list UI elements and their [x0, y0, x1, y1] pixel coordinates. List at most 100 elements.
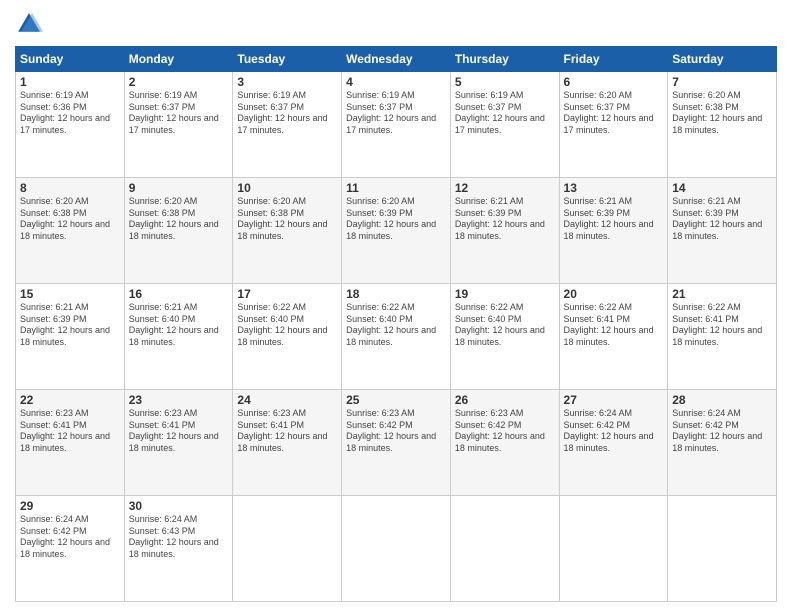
- day-number: 12: [455, 181, 555, 195]
- calendar-cell: 8Sunrise: 6:20 AMSunset: 6:38 PMDaylight…: [16, 178, 125, 284]
- calendar-cell: 21Sunrise: 6:22 AMSunset: 6:41 PMDayligh…: [668, 284, 777, 390]
- day-number: 15: [20, 287, 120, 301]
- day-number: 28: [672, 393, 772, 407]
- day-info: Sunrise: 6:21 AMSunset: 6:39 PMDaylight:…: [20, 302, 110, 347]
- calendar-cell: 3Sunrise: 6:19 AMSunset: 6:37 PMDaylight…: [233, 72, 342, 178]
- calendar-cell: 30Sunrise: 6:24 AMSunset: 6:43 PMDayligh…: [124, 496, 233, 602]
- weekday-saturday: Saturday: [668, 47, 777, 72]
- day-info: Sunrise: 6:19 AMSunset: 6:37 PMDaylight:…: [237, 90, 327, 135]
- calendar-body: 1Sunrise: 6:19 AMSunset: 6:36 PMDaylight…: [16, 72, 777, 602]
- day-info: Sunrise: 6:20 AMSunset: 6:38 PMDaylight:…: [20, 196, 110, 241]
- calendar: SundayMondayTuesdayWednesdayThursdayFrid…: [15, 46, 777, 602]
- calendar-cell: 15Sunrise: 6:21 AMSunset: 6:39 PMDayligh…: [16, 284, 125, 390]
- day-info: Sunrise: 6:22 AMSunset: 6:40 PMDaylight:…: [455, 302, 545, 347]
- calendar-cell: 10Sunrise: 6:20 AMSunset: 6:38 PMDayligh…: [233, 178, 342, 284]
- day-number: 30: [129, 499, 229, 513]
- week-row-1: 1Sunrise: 6:19 AMSunset: 6:36 PMDaylight…: [16, 72, 777, 178]
- day-number: 21: [672, 287, 772, 301]
- day-number: 20: [564, 287, 664, 301]
- day-info: Sunrise: 6:23 AMSunset: 6:41 PMDaylight:…: [20, 408, 110, 453]
- calendar-cell: 6Sunrise: 6:20 AMSunset: 6:37 PMDaylight…: [559, 72, 668, 178]
- logo-icon: [15, 10, 43, 38]
- calendar-cell: 18Sunrise: 6:22 AMSunset: 6:40 PMDayligh…: [342, 284, 451, 390]
- calendar-cell: 4Sunrise: 6:19 AMSunset: 6:37 PMDaylight…: [342, 72, 451, 178]
- day-number: 29: [20, 499, 120, 513]
- calendar-cell: 28Sunrise: 6:24 AMSunset: 6:42 PMDayligh…: [668, 390, 777, 496]
- calendar-cell: 14Sunrise: 6:21 AMSunset: 6:39 PMDayligh…: [668, 178, 777, 284]
- calendar-cell: 20Sunrise: 6:22 AMSunset: 6:41 PMDayligh…: [559, 284, 668, 390]
- day-number: 5: [455, 75, 555, 89]
- calendar-cell: 1Sunrise: 6:19 AMSunset: 6:36 PMDaylight…: [16, 72, 125, 178]
- calendar-cell: 23Sunrise: 6:23 AMSunset: 6:41 PMDayligh…: [124, 390, 233, 496]
- day-info: Sunrise: 6:21 AMSunset: 6:39 PMDaylight:…: [672, 196, 762, 241]
- day-number: 22: [20, 393, 120, 407]
- day-info: Sunrise: 6:20 AMSunset: 6:37 PMDaylight:…: [564, 90, 654, 135]
- day-number: 10: [237, 181, 337, 195]
- day-info: Sunrise: 6:22 AMSunset: 6:41 PMDaylight:…: [564, 302, 654, 347]
- day-number: 6: [564, 75, 664, 89]
- calendar-cell: 26Sunrise: 6:23 AMSunset: 6:42 PMDayligh…: [450, 390, 559, 496]
- day-number: 11: [346, 181, 446, 195]
- calendar-cell: 27Sunrise: 6:24 AMSunset: 6:42 PMDayligh…: [559, 390, 668, 496]
- calendar-cell: [559, 496, 668, 602]
- week-row-4: 22Sunrise: 6:23 AMSunset: 6:41 PMDayligh…: [16, 390, 777, 496]
- calendar-cell: 29Sunrise: 6:24 AMSunset: 6:42 PMDayligh…: [16, 496, 125, 602]
- calendar-cell: 16Sunrise: 6:21 AMSunset: 6:40 PMDayligh…: [124, 284, 233, 390]
- calendar-cell: [668, 496, 777, 602]
- page: SundayMondayTuesdayWednesdayThursdayFrid…: [0, 0, 792, 612]
- day-info: Sunrise: 6:23 AMSunset: 6:41 PMDaylight:…: [237, 408, 327, 453]
- calendar-cell: 19Sunrise: 6:22 AMSunset: 6:40 PMDayligh…: [450, 284, 559, 390]
- day-info: Sunrise: 6:23 AMSunset: 6:42 PMDaylight:…: [455, 408, 545, 453]
- day-number: 18: [346, 287, 446, 301]
- day-number: 25: [346, 393, 446, 407]
- day-info: Sunrise: 6:23 AMSunset: 6:41 PMDaylight:…: [129, 408, 219, 453]
- calendar-cell: 24Sunrise: 6:23 AMSunset: 6:41 PMDayligh…: [233, 390, 342, 496]
- day-number: 23: [129, 393, 229, 407]
- day-number: 14: [672, 181, 772, 195]
- day-info: Sunrise: 6:20 AMSunset: 6:38 PMDaylight:…: [129, 196, 219, 241]
- day-number: 2: [129, 75, 229, 89]
- day-info: Sunrise: 6:24 AMSunset: 6:43 PMDaylight:…: [129, 514, 219, 559]
- calendar-cell: 13Sunrise: 6:21 AMSunset: 6:39 PMDayligh…: [559, 178, 668, 284]
- day-number: 13: [564, 181, 664, 195]
- day-number: 24: [237, 393, 337, 407]
- day-number: 8: [20, 181, 120, 195]
- day-number: 17: [237, 287, 337, 301]
- calendar-cell: 5Sunrise: 6:19 AMSunset: 6:37 PMDaylight…: [450, 72, 559, 178]
- day-info: Sunrise: 6:20 AMSunset: 6:38 PMDaylight:…: [672, 90, 762, 135]
- calendar-cell: 22Sunrise: 6:23 AMSunset: 6:41 PMDayligh…: [16, 390, 125, 496]
- calendar-cell: 9Sunrise: 6:20 AMSunset: 6:38 PMDaylight…: [124, 178, 233, 284]
- day-info: Sunrise: 6:19 AMSunset: 6:37 PMDaylight:…: [129, 90, 219, 135]
- weekday-monday: Monday: [124, 47, 233, 72]
- week-row-2: 8Sunrise: 6:20 AMSunset: 6:38 PMDaylight…: [16, 178, 777, 284]
- day-info: Sunrise: 6:23 AMSunset: 6:42 PMDaylight:…: [346, 408, 436, 453]
- day-number: 19: [455, 287, 555, 301]
- calendar-cell: [450, 496, 559, 602]
- weekday-header-row: SundayMondayTuesdayWednesdayThursdayFrid…: [16, 47, 777, 72]
- day-info: Sunrise: 6:24 AMSunset: 6:42 PMDaylight:…: [20, 514, 110, 559]
- day-info: Sunrise: 6:19 AMSunset: 6:36 PMDaylight:…: [20, 90, 110, 135]
- header: [15, 10, 777, 38]
- day-info: Sunrise: 6:22 AMSunset: 6:40 PMDaylight:…: [346, 302, 436, 347]
- day-number: 26: [455, 393, 555, 407]
- calendar-cell: 11Sunrise: 6:20 AMSunset: 6:39 PMDayligh…: [342, 178, 451, 284]
- calendar-cell: [233, 496, 342, 602]
- day-number: 4: [346, 75, 446, 89]
- week-row-3: 15Sunrise: 6:21 AMSunset: 6:39 PMDayligh…: [16, 284, 777, 390]
- day-info: Sunrise: 6:22 AMSunset: 6:40 PMDaylight:…: [237, 302, 327, 347]
- calendar-cell: 25Sunrise: 6:23 AMSunset: 6:42 PMDayligh…: [342, 390, 451, 496]
- weekday-friday: Friday: [559, 47, 668, 72]
- day-info: Sunrise: 6:21 AMSunset: 6:39 PMDaylight:…: [455, 196, 545, 241]
- logo: [15, 10, 47, 38]
- day-info: Sunrise: 6:19 AMSunset: 6:37 PMDaylight:…: [455, 90, 545, 135]
- day-info: Sunrise: 6:19 AMSunset: 6:37 PMDaylight:…: [346, 90, 436, 135]
- weekday-thursday: Thursday: [450, 47, 559, 72]
- day-number: 27: [564, 393, 664, 407]
- day-number: 9: [129, 181, 229, 195]
- day-number: 16: [129, 287, 229, 301]
- day-info: Sunrise: 6:21 AMSunset: 6:40 PMDaylight:…: [129, 302, 219, 347]
- day-number: 3: [237, 75, 337, 89]
- day-info: Sunrise: 6:24 AMSunset: 6:42 PMDaylight:…: [672, 408, 762, 453]
- calendar-cell: 12Sunrise: 6:21 AMSunset: 6:39 PMDayligh…: [450, 178, 559, 284]
- day-number: 1: [20, 75, 120, 89]
